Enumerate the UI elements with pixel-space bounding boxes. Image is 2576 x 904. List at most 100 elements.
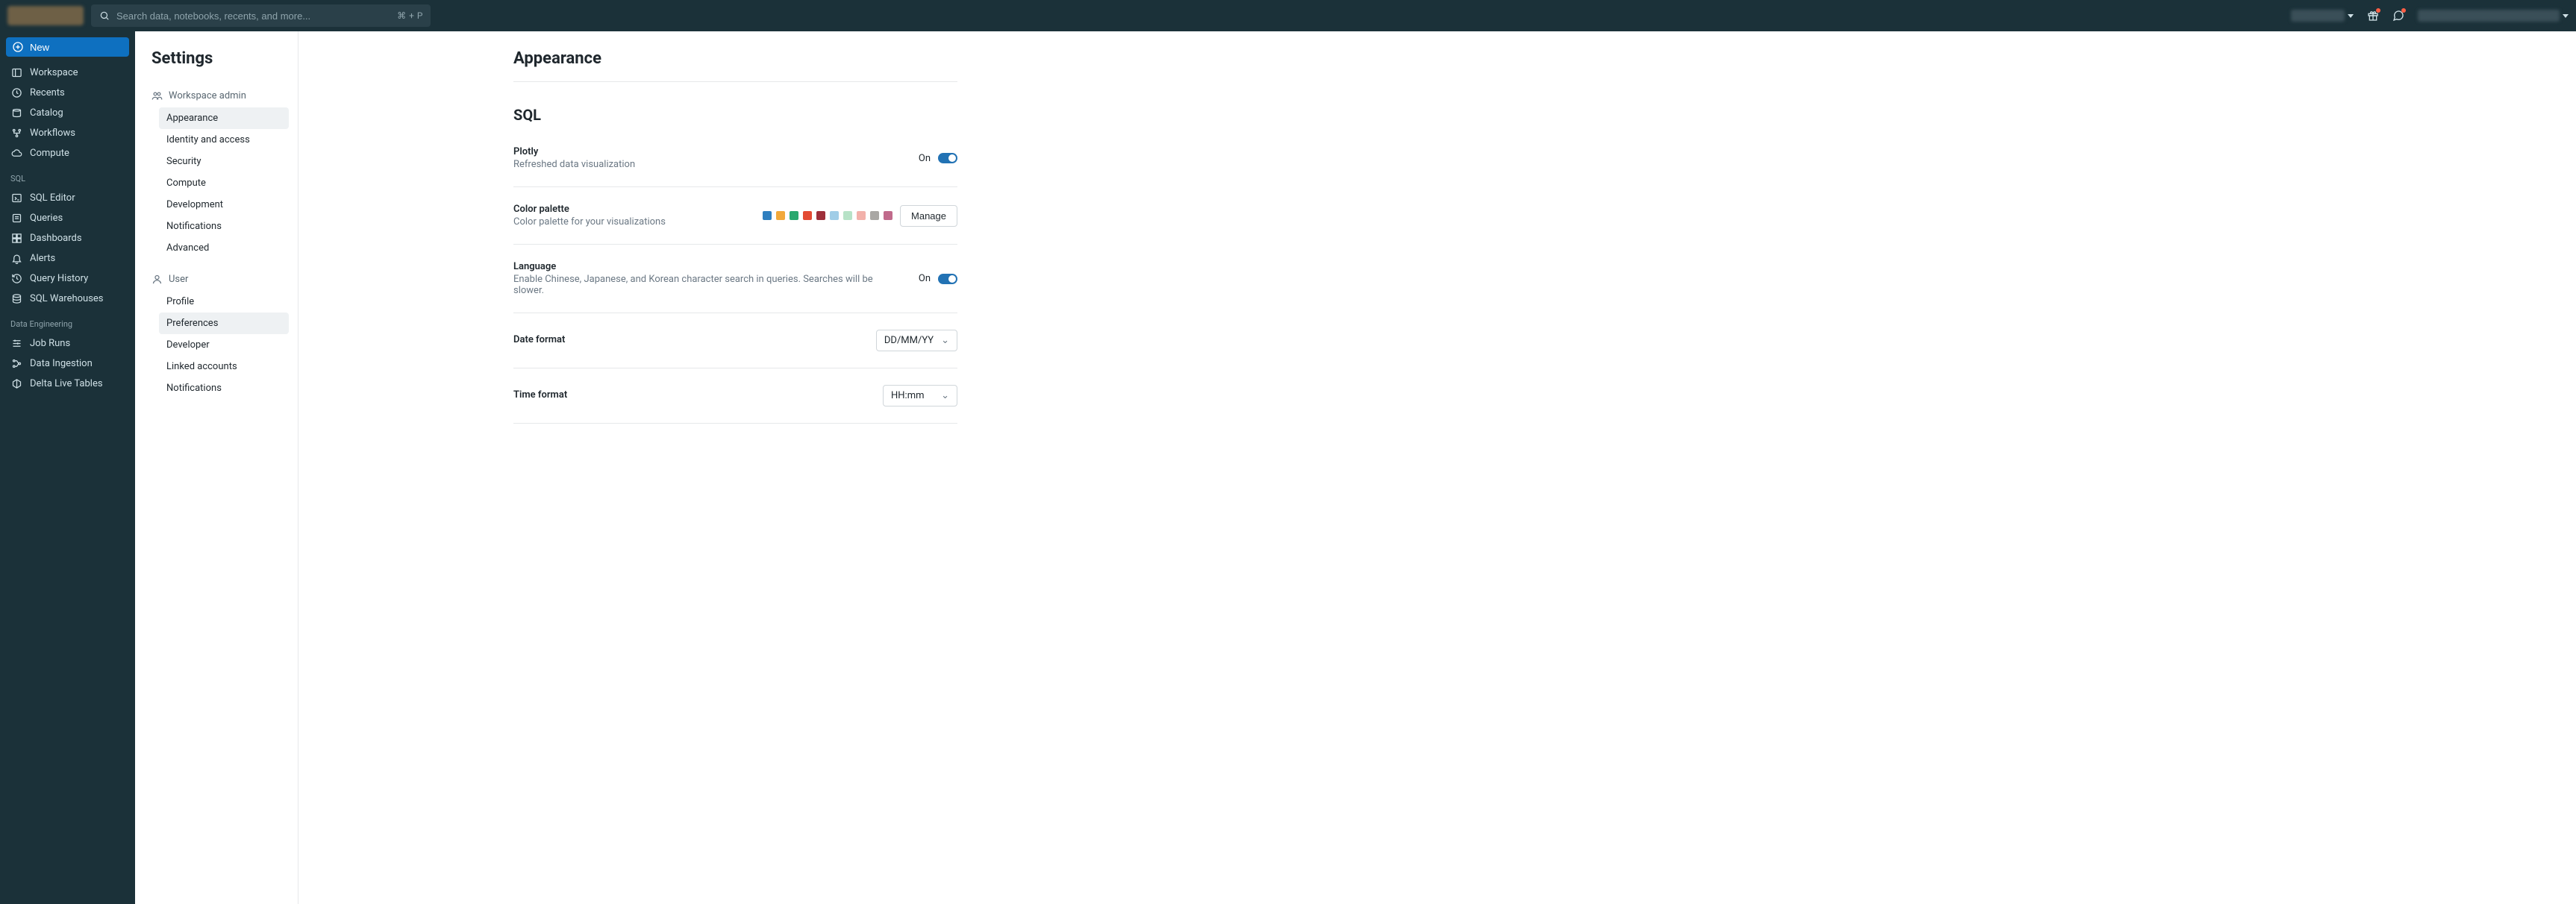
setting-desc: Refreshed data visualization [513,159,635,170]
date-format-select[interactable]: DD/MM/YY ⌄ [876,330,957,351]
search-shortcut: ⌘ + P [397,10,423,21]
plotly-toggle[interactable] [938,153,957,163]
nav-item-query-history[interactable]: Query History [6,269,129,289]
top-bar: ⌘ + P [0,0,2576,31]
chevron-down-icon: ⌄ [941,390,949,401]
settings-item-linked-accounts[interactable]: Linked accounts [159,356,289,377]
clock-icon [10,87,22,99]
palette-swatch [870,211,879,220]
workspace-switcher[interactable] [2291,10,2354,22]
setting-row-time-format: Time format HH:mm ⌄ [513,368,957,424]
chevron-down-icon: ⌄ [941,335,949,346]
setting-row-plotly: Plotly Refreshed data visualization On [513,130,957,187]
global-search[interactable]: ⌘ + P [91,4,431,27]
setting-desc: Enable Chinese, Japanese, and Korean cha… [513,274,901,296]
bell-icon [10,253,22,265]
settings-item-compute[interactable]: Compute [159,172,289,194]
left-nav: New Workspace Recents Catalog Workflows Comp… [0,31,135,904]
workspace-admin-icon [151,90,163,101]
search-icon [99,10,110,22]
help-icon[interactable] [2392,10,2404,22]
palette-swatch [803,211,812,220]
nav-item-label: Workspace [30,67,78,78]
manage-palette-button[interactable]: Manage [900,205,957,227]
warehouse-icon [10,293,22,305]
time-format-select[interactable]: HH:mm ⌄ [883,385,957,407]
nav-item-compute[interactable]: Compute [6,143,129,163]
nav-item-workspace[interactable]: Workspace [6,63,129,83]
palette-swatches [763,211,892,220]
nav-item-recents[interactable]: Recents [6,83,129,103]
nav-item-queries[interactable]: Queries [6,208,129,228]
nav-item-label: SQL Editor [30,192,75,204]
gift-icon[interactable] [2367,10,2379,22]
settings-item-identity-and-access[interactable]: Identity and access [159,129,289,151]
settings-item-preferences[interactable]: Preferences [159,313,289,334]
sql-editor-icon [10,192,22,204]
nav-item-label: Catalog [30,107,63,119]
settings-item-development[interactable]: Development [159,194,289,216]
setting-row-color-palette: Color palette Color palette for your vis… [513,187,957,245]
nav-item-delta-live-tables[interactable]: Delta Live Tables [6,374,129,394]
nav-item-label: Workflows [30,128,75,139]
section-title-sql: SQL [513,106,957,124]
palette-swatch [763,211,772,220]
settings-group-label: Workspace admin [169,90,246,101]
user-icon [151,274,163,285]
settings-title: Settings [151,49,289,68]
nav-item-label: Data Ingestion [30,358,93,369]
nav-item-catalog[interactable]: Catalog [6,103,129,123]
palette-swatch [790,211,798,220]
nav-item-sql-editor[interactable]: SQL Editor [6,188,129,208]
nav-item-label: Recents [30,87,65,98]
nav-item-sql-warehouses[interactable]: SQL Warehouses [6,289,129,309]
select-value: HH:mm [891,390,925,401]
toggle-state-label: On [919,273,931,284]
workflows-icon [10,128,22,139]
settings-item-notifications[interactable]: Notifications [159,377,289,399]
nav-item-dashboards[interactable]: Dashboards [6,228,129,248]
settings-item-developer[interactable]: Developer [159,334,289,356]
nav-section-de: Data Engineering [6,310,129,332]
settings-item-notifications[interactable]: Notifications [159,216,289,237]
palette-swatch [857,211,866,220]
catalog-icon [10,107,22,119]
dlt-icon [10,378,22,390]
setting-desc: Color palette for your visualizations [513,216,666,227]
new-button[interactable]: New [6,37,129,57]
settings-sidebar: Settings Workspace admin AppearanceIdent… [135,31,298,904]
workspace-icon [10,67,22,79]
dashboards-icon [10,233,22,245]
setting-label: Language [513,261,901,272]
search-input[interactable] [116,10,391,22]
nav-section-sql: SQL [6,165,129,186]
chevron-down-icon [2348,14,2354,18]
settings-group-workspace-admin: Workspace admin [151,86,289,107]
palette-swatch [830,211,839,220]
nav-item-label: Alerts [30,253,55,264]
settings-item-appearance[interactable]: Appearance [159,107,289,129]
nav-item-data-ingestion[interactable]: Data Ingestion [6,354,129,374]
nav-item-job-runs[interactable]: Job Runs [6,333,129,354]
settings-item-profile[interactable]: Profile [159,291,289,313]
workspace-logo[interactable] [7,6,84,25]
job-runs-icon [10,338,22,350]
nav-item-label: SQL Warehouses [30,293,104,304]
chevron-down-icon [2563,14,2569,18]
history-icon [10,273,22,285]
new-button-label: New [30,42,49,53]
setting-label: Date format [513,334,565,345]
nav-item-label: Compute [30,148,69,159]
setting-label: Color palette [513,204,666,215]
toggle-state-label: On [919,153,931,164]
settings-item-security[interactable]: Security [159,151,289,172]
language-toggle[interactable] [938,274,957,284]
settings-group-label: User [169,274,188,285]
cloud-icon [10,148,22,160]
palette-swatch [843,211,852,220]
palette-swatch [776,211,785,220]
settings-item-advanced[interactable]: Advanced [159,237,289,259]
nav-item-alerts[interactable]: Alerts [6,248,129,269]
nav-item-workflows[interactable]: Workflows [6,123,129,143]
user-menu[interactable] [2418,10,2569,22]
